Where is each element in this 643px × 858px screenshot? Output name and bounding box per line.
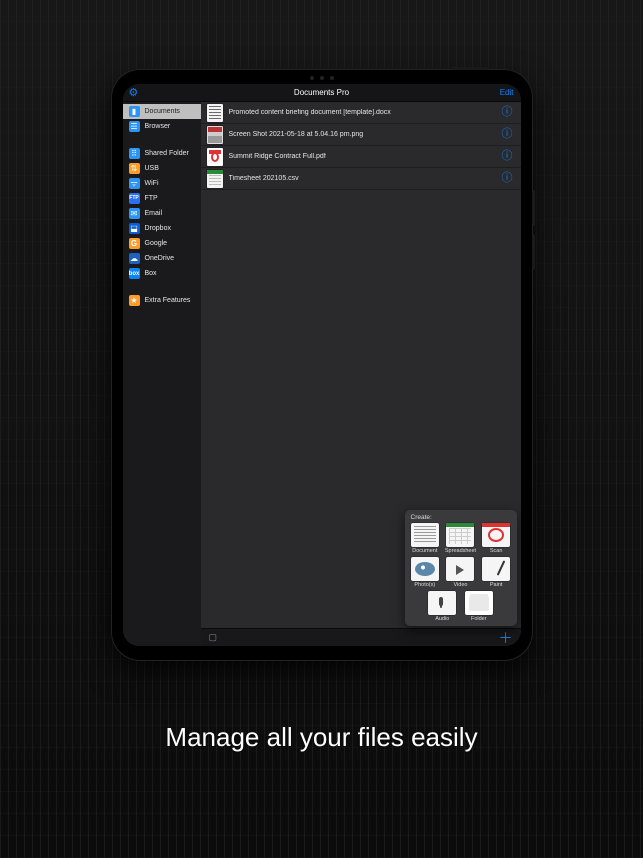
document-icon — [411, 523, 439, 547]
main-panel: Promoted content briefing document [temp… — [201, 102, 521, 646]
sidebar-item-label: Dropbox — [145, 225, 171, 232]
box-icon: box — [129, 268, 140, 279]
folder-create-icon — [465, 591, 493, 615]
sidebar-item-onedrive[interactable]: ☁ OneDrive — [123, 251, 201, 266]
create-folder[interactable]: Folder — [462, 591, 496, 622]
sidebar-item-label: Email — [145, 210, 163, 217]
create-title: Create: — [409, 514, 513, 521]
sidebar-item-wifi[interactable]: ᯤ WiFi — [123, 176, 201, 191]
page-title: Documents Pro — [294, 88, 349, 97]
file-row[interactable]: Promoted content briefing document [temp… — [201, 102, 521, 124]
sidebar-item-box[interactable]: box Box — [123, 266, 201, 281]
camera-strip — [310, 76, 334, 80]
photo-icon — [411, 557, 439, 581]
folder-icon: ▮ — [129, 106, 140, 117]
google-icon: G — [129, 238, 140, 249]
sidebar-item-extra-features[interactable]: ★ Extra Features — [123, 293, 201, 308]
spreadsheet-icon — [446, 523, 474, 547]
device-icon[interactable]: ▢ — [209, 632, 218, 643]
sidebar-item-label: FTP — [145, 195, 158, 202]
volume-up-button — [532, 190, 535, 226]
ftp-icon: FTP — [129, 193, 140, 204]
file-name: Screen Shot 2021-05-18 at 5.04.16 pm.png — [229, 131, 494, 138]
create-audio[interactable]: Audio — [426, 591, 460, 622]
info-icon[interactable]: ⓘ — [500, 173, 515, 184]
paint-icon — [482, 557, 510, 581]
create-video[interactable]: Video — [444, 557, 477, 588]
settings-icon[interactable]: ⚙︎ — [129, 86, 139, 99]
sidebar-item-label: Box — [145, 270, 157, 277]
star-icon: ★ — [129, 295, 140, 306]
globe-icon: ☰ — [129, 121, 140, 132]
create-photos[interactable]: Photo(s) — [409, 557, 442, 588]
file-row[interactable]: Timesheet 202105.csv ⓘ — [201, 168, 521, 190]
file-name: Promoted content briefing document [temp… — [229, 109, 494, 116]
info-icon[interactable]: ⓘ — [500, 129, 515, 140]
scan-icon — [482, 523, 510, 547]
file-name: Timesheet 202105.csv — [229, 175, 494, 182]
screen: ⚙︎ Documents Pro Edit ▮ Documents ☰ Brow… — [123, 84, 521, 646]
create-grid: Document Spreadsheet Scan Photo(s) — [409, 523, 513, 588]
info-icon[interactable]: ⓘ — [500, 107, 515, 118]
sidebar-item-email[interactable]: ✉ Email — [123, 206, 201, 221]
sidebar-item-label: WiFi — [145, 180, 159, 187]
sidebar-item-shared-folder[interactable]: ⠿ Shared Folder — [123, 146, 201, 161]
audio-icon — [428, 591, 456, 615]
sidebar-item-browser[interactable]: ☰ Browser — [123, 119, 201, 134]
sidebar-item-usb[interactable]: ⇅ USB — [123, 161, 201, 176]
sidebar: ▮ Documents ☰ Browser ⠿ Shared Folder ⇅ … — [123, 102, 201, 646]
sidebar-item-label: OneDrive — [145, 255, 175, 262]
file-name: Summit Ridge Contract Full.pdf — [229, 153, 494, 160]
onedrive-icon: ☁ — [129, 253, 140, 264]
sidebar-item-label: Documents — [145, 108, 180, 115]
usb-icon: ⇅ — [129, 163, 140, 174]
bottom-bar: ▢ ＋ — [201, 628, 521, 646]
create-scan[interactable]: Scan — [480, 523, 513, 554]
volume-down-button — [532, 234, 535, 270]
edit-button[interactable]: Edit — [500, 88, 514, 97]
dropbox-icon: ⬓ — [129, 223, 140, 234]
video-icon — [446, 557, 474, 581]
content: ▮ Documents ☰ Browser ⠿ Shared Folder ⇅ … — [123, 102, 521, 646]
add-button[interactable]: ＋ — [499, 631, 513, 645]
csv-thumb-icon — [207, 170, 223, 188]
power-button — [452, 67, 488, 70]
sidebar-item-ftp[interactable]: FTP FTP — [123, 191, 201, 206]
shared-icon: ⠿ — [129, 148, 140, 159]
create-spreadsheet[interactable]: Spreadsheet — [444, 523, 477, 554]
sidebar-item-label: Browser — [145, 123, 171, 130]
file-row[interactable]: Summit Ridge Contract Full.pdf ⓘ — [201, 146, 521, 168]
file-row[interactable]: Screen Shot 2021-05-18 at 5.04.16 pm.png… — [201, 124, 521, 146]
create-popover: Create: Document Spreadsheet Scan — [405, 510, 517, 626]
marketing-caption: Manage all your files easily — [165, 722, 477, 753]
sidebar-item-label: Shared Folder — [145, 150, 189, 157]
info-icon[interactable]: ⓘ — [500, 151, 515, 162]
create-document[interactable]: Document — [409, 523, 442, 554]
sidebar-item-label: USB — [145, 165, 159, 172]
sidebar-item-label: Extra Features — [145, 297, 191, 304]
sidebar-item-label: Google — [145, 240, 168, 247]
docx-thumb-icon — [207, 104, 223, 122]
create-paint[interactable]: Paint — [480, 557, 513, 588]
sidebar-item-google[interactable]: G Google — [123, 236, 201, 251]
wifi-icon: ᯤ — [129, 178, 140, 189]
top-bar: ⚙︎ Documents Pro Edit — [123, 84, 521, 102]
png-thumb-icon — [207, 126, 223, 144]
sidebar-item-dropbox[interactable]: ⬓ Dropbox — [123, 221, 201, 236]
pdf-thumb-icon — [207, 148, 223, 166]
ipad-frame: ⚙︎ Documents Pro Edit ▮ Documents ☰ Brow… — [112, 70, 532, 660]
email-icon: ✉ — [129, 208, 140, 219]
sidebar-item-documents[interactable]: ▮ Documents — [123, 104, 201, 119]
create-grid-row2: Audio Folder — [426, 591, 496, 622]
